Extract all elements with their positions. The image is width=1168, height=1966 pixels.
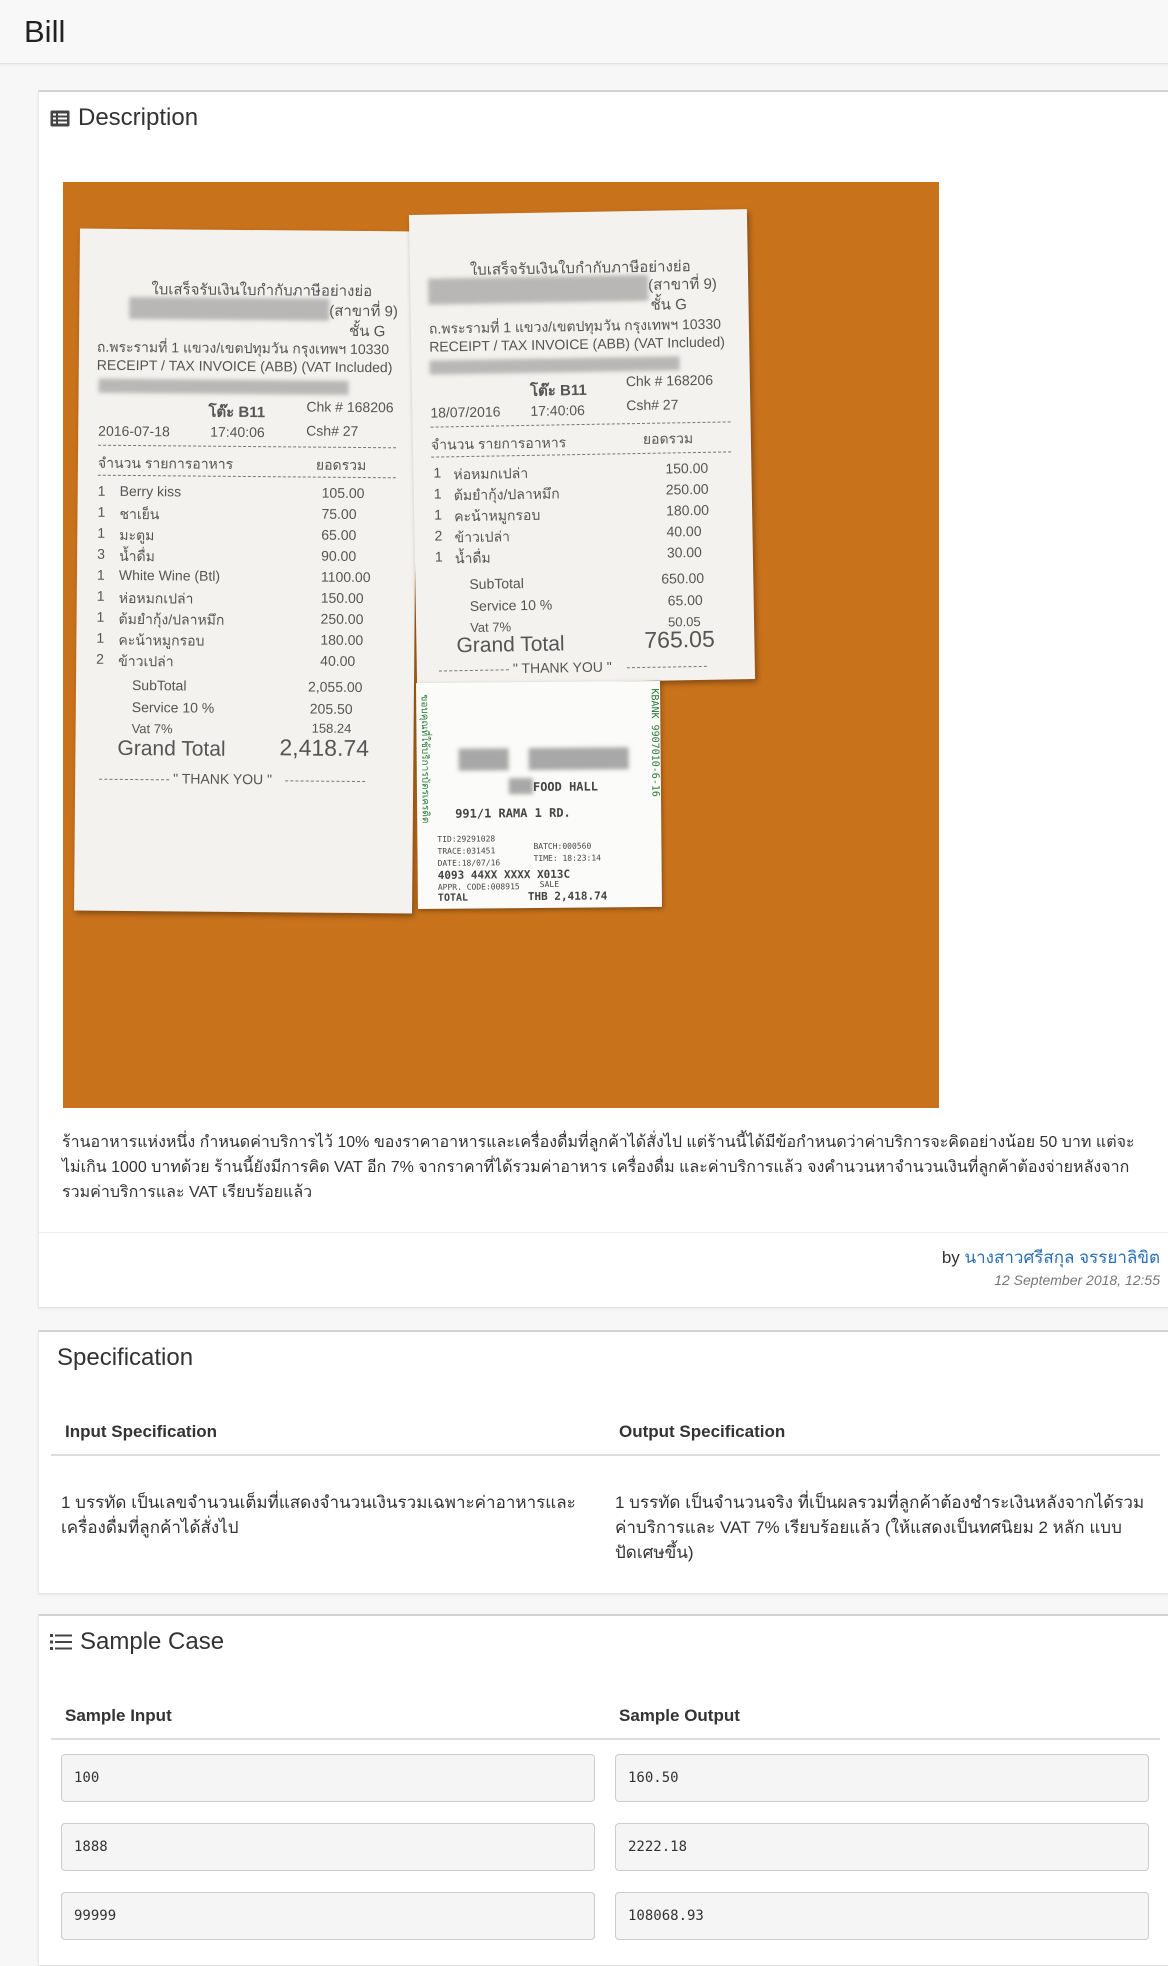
receipt-item-name: คะน้าหมูกรอบ — [454, 506, 541, 525]
receipt-item-price: 40.00 — [666, 522, 702, 540]
sample-output-box[interactable]: 160.50 — [615, 1754, 1149, 1802]
sample-output-box[interactable]: 2222.18 — [615, 1823, 1149, 1871]
receipt-item-name: ข้าวเปล่า — [454, 528, 511, 546]
receipt-item-name: น้ำดื่ม — [119, 547, 155, 565]
list-icon — [50, 1633, 72, 1651]
description-panel: Description ใบเสร็จรับเงินใบกำกับภาษีอย่… — [38, 90, 1168, 1308]
post-timestamp: 12 September 2018, 12:55 — [994, 1272, 1160, 1288]
list-alt-icon — [50, 110, 70, 127]
receipt-item-qty: 1 — [97, 482, 106, 499]
receipt-item-price: 40.00 — [320, 652, 356, 669]
receipt-item-qty: 1 — [96, 587, 105, 604]
specification-heading-row: Specification — [39, 1332, 1168, 1384]
sample-heading-row: Sample Case — [39, 1616, 1168, 1668]
receipt-item-price: 150.00 — [320, 589, 364, 607]
description-heading: Description — [78, 104, 199, 131]
receipt-item-price: 250.00 — [665, 480, 709, 498]
output-spec-text: 1 บรรทัด เป็นจำนวนจริง ที่เป็นผลรวมที่ลู… — [615, 1493, 1145, 1562]
sample-input-box[interactable]: 1888 — [61, 1823, 595, 1871]
specification-heading: Specification — [57, 1344, 194, 1371]
receipt-item-price: 180.00 — [665, 501, 710, 519]
receipt-item-name: ต้มยำกุ้ง/ปลาหมึก — [453, 485, 560, 504]
receipt-item-price: 65.00 — [321, 526, 357, 543]
sample-output-box[interactable]: 108068.93 — [615, 1892, 1149, 1940]
receipt-item-price: 90.00 — [321, 547, 357, 564]
receipt-item-qty: 1 — [97, 524, 106, 541]
receipt-item-name: คะน้าหมูกรอบ — [118, 631, 205, 649]
card-slip: ขอบคุณที่ใช้บริการบัตรเครดิต KBANK 99070… — [416, 680, 662, 910]
sample-output-header: Sample Output — [619, 1706, 740, 1725]
receipt-right: ใบเสร็จรับเงินใบกำกับภาษีอย่างย่อ (สาขาท… — [408, 209, 756, 685]
receipt-left-items: 1 Berry kiss 105.00 1 ชาเย็น 75.00 1 มะตูม 65.00… — [80, 229, 418, 670]
sample-case-panel: Sample Case Sample Input Sample Output 1… — [38, 1614, 1168, 1966]
sample-heading: Sample Case — [80, 1628, 225, 1655]
page-title: Bill — [24, 13, 66, 49]
receipt-item-qty: 3 — [97, 545, 106, 562]
receipt-item-price: 105.00 — [321, 484, 365, 502]
author-link[interactable]: นางสาวศรีสกุล จรรยาลิขิต — [965, 1248, 1160, 1267]
divider — [51, 1454, 1160, 1456]
page-header: Bill — [0, 0, 1168, 64]
receipt-left: ใบเสร็จรับเงินใบกำกับภาษีอย่างย่อ (สาขาท… — [74, 228, 418, 914]
receipt-item-price: 1100.00 — [320, 568, 371, 586]
receipt-item-price: 180.00 — [320, 631, 364, 649]
description-heading-row: Description — [39, 92, 1168, 144]
receipt-item-name: ห่อหมกเปล่า — [118, 589, 194, 607]
sample-input-header: Sample Input — [65, 1706, 172, 1725]
receipt-item-qty: 1 — [433, 464, 442, 481]
receipt-item-name: ต้มยำกุ้ง/ปลาหมึก — [118, 610, 225, 628]
receipt-item-qty: 1 — [96, 629, 105, 646]
specification-panel: Specification Input Specification Output… — [38, 1330, 1168, 1594]
receipt-item-qty: 1 — [434, 506, 443, 523]
receipt-item-name: Berry kiss — [119, 482, 182, 500]
receipt-photo: ใบเสร็จรับเงินใบกำกับภาษีอย่างย่อ (สาขาท… — [63, 182, 939, 1108]
divider — [51, 1738, 1160, 1740]
receipt-item-name: White Wine (Btl) — [118, 566, 221, 584]
receipt-item-name: มะตูม — [119, 526, 155, 544]
author-line: by นางสาวศรีสกุล จรรยาลิขิต — [942, 1244, 1160, 1271]
input-spec-header: Input Specification — [65, 1422, 218, 1441]
sample-input-box[interactable]: 100 — [61, 1754, 595, 1802]
output-spec-header: Output Specification — [619, 1422, 786, 1441]
receipt-item-name: ข้าวเปล่า — [118, 652, 174, 670]
receipt-item-qty: 1 — [434, 548, 443, 565]
receipt-item-name: น้ำดื่ม — [454, 549, 491, 567]
receipt-item-qty: 1 — [97, 503, 106, 520]
receipt-item-qty: 1 — [96, 608, 105, 625]
divider — [39, 1232, 1168, 1233]
receipt-item-qty: 1 — [96, 566, 105, 583]
sample-input-box[interactable]: 99999 — [61, 1892, 595, 1940]
description-text: ร้านอาหารแห่งหนึ่ง กำหนดค่าบริการไว้ 10%… — [62, 1134, 1135, 1201]
by-label: by — [941, 1248, 960, 1267]
receipt-item-price: 30.00 — [666, 543, 703, 561]
receipt-item-qty: 1 — [433, 485, 442, 502]
input-spec-text: 1 บรรทัด เป็นเลขจำนวนเต็มที่แสดงจำนวนเงิ… — [61, 1493, 576, 1537]
receipt-item-qty: 2 — [96, 650, 105, 667]
receipt-item-name: ชาเย็น — [119, 505, 160, 523]
receipt-item-price: 250.00 — [320, 610, 364, 628]
receipt-item-name: ห่อหมกเปล่า — [453, 464, 529, 483]
receipt-item-qty: 2 — [434, 527, 443, 544]
receipt-right-items: 1 ห่อหมกเปล่า 150.00 1 ต้มยำกุ้ง/ปลาหมึก 250.… — [409, 209, 747, 566]
receipt-item-price: 150.00 — [665, 459, 709, 477]
receipt-item-price: 75.00 — [321, 505, 357, 522]
